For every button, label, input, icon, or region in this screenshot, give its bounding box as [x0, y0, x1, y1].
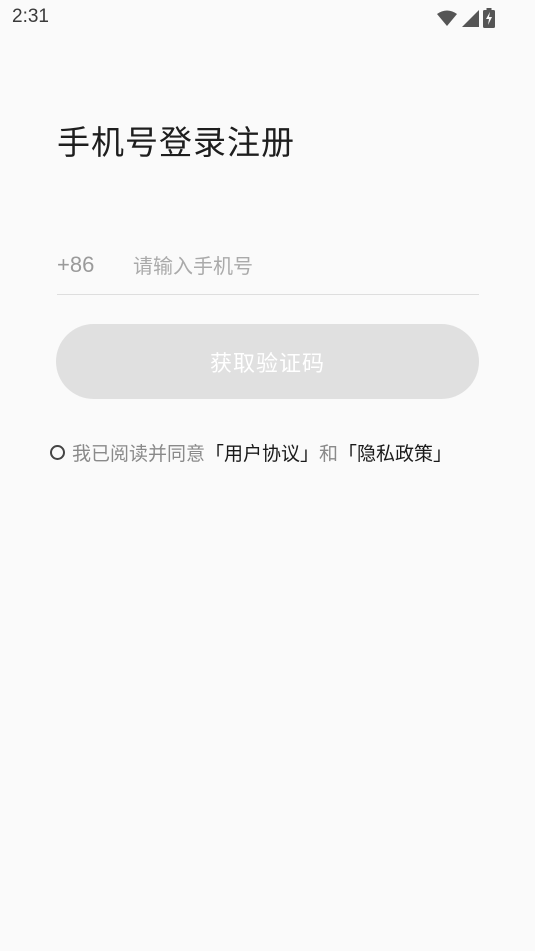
- user-agreement-link[interactable]: 「用户协议」: [205, 439, 319, 466]
- page-title: 手机号登录注册: [57, 123, 295, 162]
- phone-input-row: +86: [57, 246, 479, 295]
- agreement-conjunction-text: 和: [319, 442, 339, 465]
- agreement-radio[interactable]: [50, 444, 65, 460]
- cellular-signal-icon: [461, 9, 479, 27]
- agreement-row: 我已阅读并同意 「用户协议」 和 「隐私政策」: [50, 439, 452, 465]
- wifi-icon: [437, 10, 457, 27]
- phone-number-input[interactable]: [133, 248, 473, 284]
- status-time: 2:31: [12, 6, 49, 27]
- get-verification-code-button[interactable]: 获取验证码: [56, 324, 479, 399]
- status-bar: 2:31: [0, 0, 535, 36]
- country-code[interactable]: +86: [57, 252, 94, 278]
- privacy-policy-link[interactable]: 「隐私政策」: [338, 439, 452, 466]
- battery-charging-icon: [483, 8, 495, 28]
- status-icons: [437, 8, 495, 28]
- agreement-prefix-text: 我已阅读并同意: [72, 442, 206, 465]
